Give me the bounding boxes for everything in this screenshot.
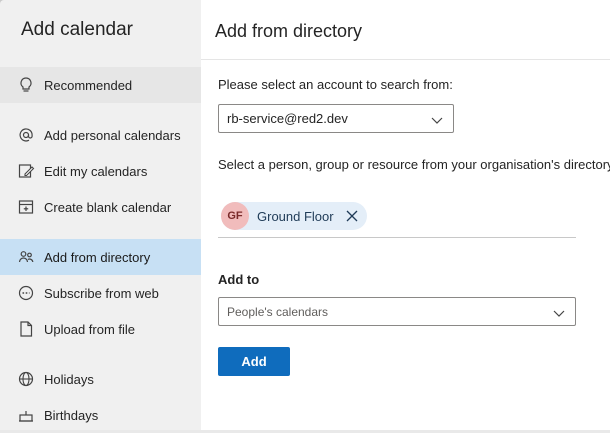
file-upload-icon: [20, 321, 33, 337]
close-icon[interactable]: [345, 209, 359, 223]
person-prompt: Select a person, group or resource from …: [218, 157, 610, 172]
main-panel: Add from directory Please select an acco…: [201, 0, 610, 430]
people-picker-underline: [218, 237, 576, 238]
calendar-select[interactable]: People's calendars: [218, 297, 576, 326]
header-divider: [201, 59, 610, 60]
chevron-down-icon: [553, 310, 565, 317]
chevron-down-icon: [431, 117, 443, 124]
edit-icon: [18, 164, 35, 178]
sidebar-item-subscribe-from-web[interactable]: Subscribe from web: [0, 275, 201, 311]
sidebar-item-label: Birthdays: [44, 407, 99, 423]
sidebar-item-add-personal-calendars[interactable]: Add personal calendars: [0, 117, 201, 153]
account-prompt: Please select an account to search from:: [218, 77, 453, 92]
page-title: Add from directory: [215, 21, 363, 41]
link-icon: [18, 285, 34, 301]
sidebar-item-create-blank-calendar[interactable]: Create blank calendar: [0, 189, 201, 225]
sidebar-item-label: Recommended: [44, 77, 133, 93]
sidebar-item-label: Holidays: [44, 371, 94, 387]
sidebar-item-label: Add personal calendars: [44, 127, 181, 143]
account-select-value: rb-service@red2.dev: [227, 111, 348, 126]
at-icon: [19, 128, 33, 142]
people-icon: [18, 251, 34, 263]
account-select[interactable]: rb-service@red2.dev: [218, 104, 454, 133]
calendar-select-value: People's calendars: [227, 304, 329, 319]
sidebar-item-holidays[interactable]: Holidays: [0, 361, 201, 397]
sidebar-item-label: Subscribe from web: [44, 285, 159, 301]
avatar: GF: [221, 202, 249, 230]
add-button[interactable]: Add: [218, 347, 290, 376]
sidebar-item-label: Add from directory: [44, 249, 151, 265]
sidebar-title: Add calendar: [21, 19, 133, 40]
sidebar-item-label: Upload from file: [44, 321, 136, 337]
sidebar-item-label: Create blank calendar: [44, 199, 172, 215]
sidebar-item-edit-my-calendars[interactable]: Edit my calendars: [0, 153, 201, 189]
lightbulb-icon: [20, 77, 32, 92]
sidebar-item-recommended[interactable]: Recommended: [0, 67, 201, 103]
sidebar-item-add-from-directory[interactable]: Add from directory: [0, 239, 201, 275]
add-to-label: Add to: [218, 272, 260, 287]
chip-name: Ground Floor: [257, 209, 334, 224]
sidebar-item-upload-from-file[interactable]: Upload from file: [0, 311, 201, 347]
globe-icon: [18, 371, 34, 387]
calendar-icon: [18, 200, 34, 214]
sidebar-item-birthdays[interactable]: Birthdays: [0, 397, 201, 433]
selected-person-chip[interactable]: GF Ground Floor: [221, 202, 367, 230]
cake-icon: [19, 411, 33, 422]
sidebar-item-label: Edit my calendars: [44, 163, 148, 179]
sidebar: Add calendar Recommended Add personal ca…: [0, 0, 201, 430]
